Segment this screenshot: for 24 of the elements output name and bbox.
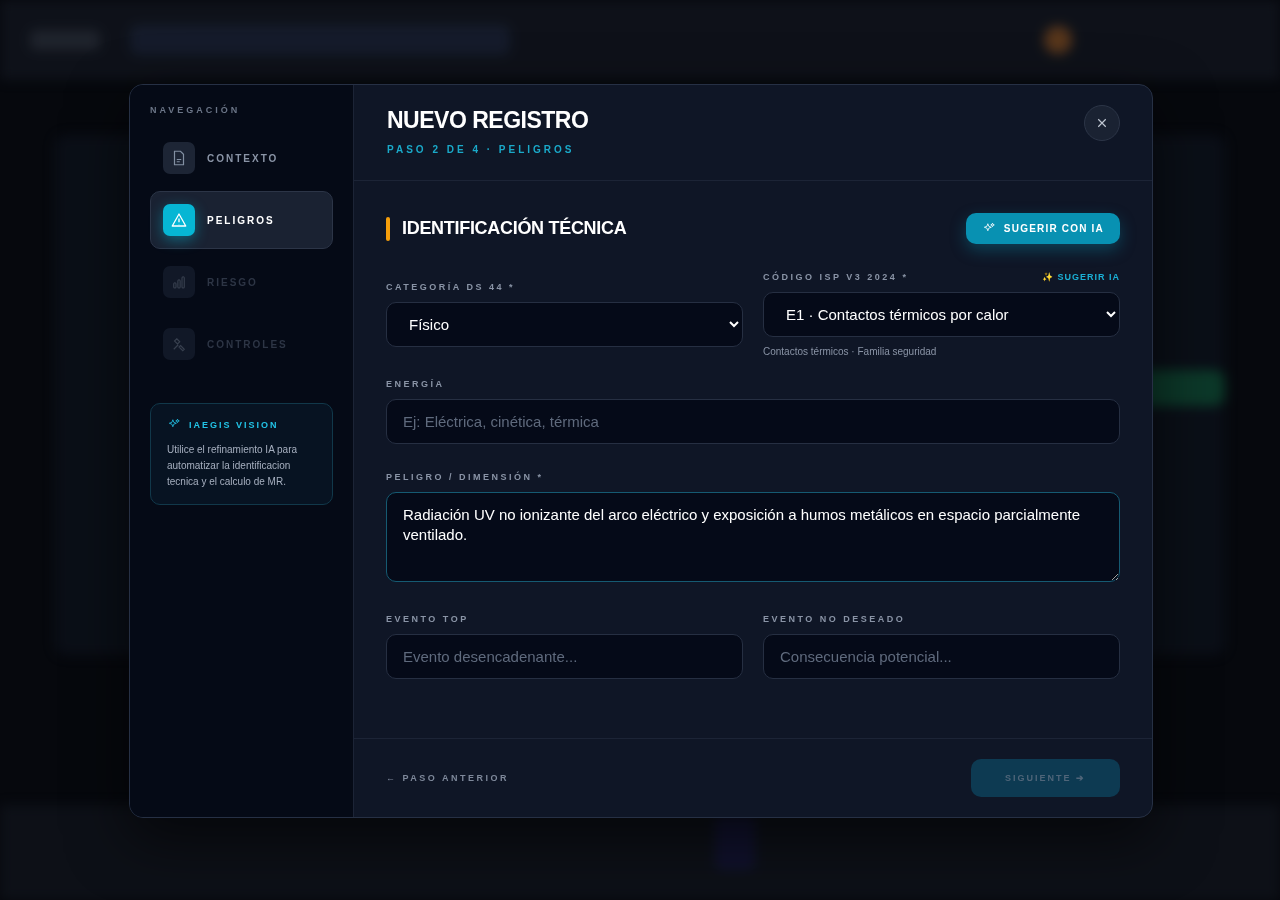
field-label: PELIGRO / DIMENSIÓN * bbox=[386, 472, 544, 482]
card-description: Utilice el refinamiento IA para automatizar la identificacion tecnica y el calculo de MR. bbox=[167, 443, 299, 489]
field-label: EVENTO TOP bbox=[386, 614, 469, 624]
dropdown[interactable]: E1 · Contactos térmicos por calor bbox=[763, 292, 1120, 337]
dropdown[interactable]: Físico bbox=[386, 302, 743, 347]
previous-step-link[interactable]: ← PASO ANTERIOR bbox=[386, 773, 509, 783]
step-subtitle: PASO 2 DE 4 · PELIGROS bbox=[387, 144, 576, 155]
input-field[interactable]: Evento desencadenante... bbox=[386, 634, 743, 679]
step-item[interactable]: PELIGROS bbox=[150, 191, 333, 249]
field-label: EVENTO NO DESEADO bbox=[763, 614, 906, 624]
field-label: ENERGÍA bbox=[386, 379, 445, 389]
input-field[interactable]: Ej: Eléctrica, cinética, térmica bbox=[386, 399, 1120, 444]
field-hint: Contactos térmicos · Familia seguridad bbox=[763, 346, 938, 357]
input-field[interactable]: Consecuencia potencial... bbox=[763, 634, 1120, 679]
dialog-title: NUEVO REGISTRO bbox=[387, 107, 589, 134]
suggest-ai-button[interactable]: SUGERIR CON IA bbox=[965, 213, 1120, 244]
field-label: CÓDIGO ISP V3 2024 * bbox=[763, 272, 909, 282]
section-title: IDENTIFICACIÓN TÉCNICA bbox=[402, 218, 627, 239]
step-item[interactable]: CONTEXTO bbox=[150, 129, 333, 187]
field-label: CATEGORÍA DS 44 * bbox=[386, 282, 515, 292]
text-area[interactable]: Radiación UV no ionizante del arco eléctrico y exposición a humos metálicos en espacio parcialmente ventilado. bbox=[386, 492, 1120, 582]
card-title: IAEGIS VISION bbox=[189, 420, 279, 430]
suggest-ai-link[interactable]: ✨ SUGERIR IA bbox=[1042, 272, 1120, 282]
section-heading: NAVEGACIÓN bbox=[150, 105, 242, 115]
